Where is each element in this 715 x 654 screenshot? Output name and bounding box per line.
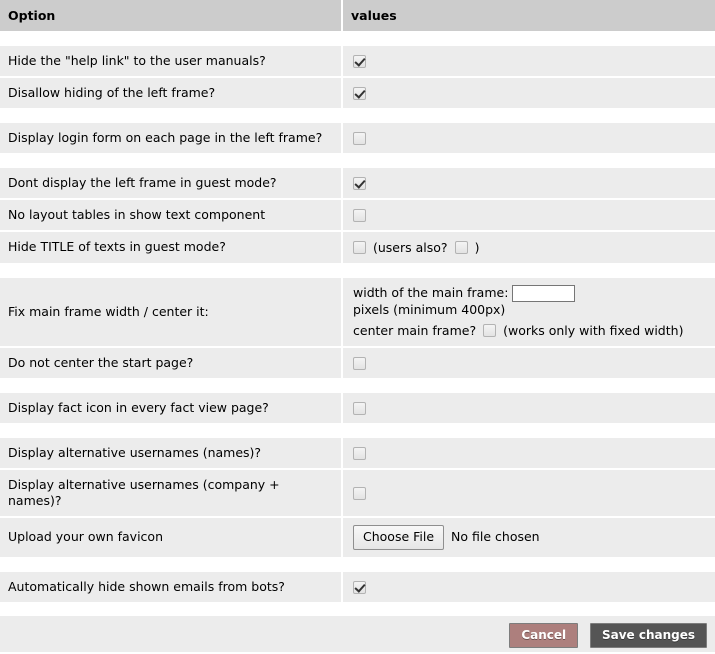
table-row: Display fact icon in every fact view pag…	[0, 392, 715, 423]
option-label-disallow-hiding-left-frame: Disallow hiding of the left frame?	[0, 77, 343, 108]
hide-title-guest-mode-extra-prefix: (users also?	[373, 239, 448, 255]
center-frame-label: center main frame?	[353, 322, 477, 338]
option-label-display-fact-icon: Display fact icon in every fact view pag…	[0, 392, 343, 423]
option-value-disallow-hiding-left-frame	[342, 77, 715, 108]
block-spacer	[0, 556, 715, 572]
option-label-alt-usernames-company-names: Display alternative usernames (company +…	[0, 468, 343, 518]
option-value-no-layout-tables	[342, 199, 715, 232]
table-row: Hide the "help link" to the user manuals…	[0, 46, 715, 78]
cancel-button[interactable]: Cancel	[509, 622, 579, 648]
option-label-alt-usernames-names: Display alternative usernames (names)?	[0, 437, 343, 470]
option-value-hide-left-frame-guest-mode	[342, 168, 715, 200]
block-spacer	[0, 153, 715, 168]
table-row: Dont display the left frame in guest mod…	[0, 168, 715, 200]
frame-width-suffix: pixels (minimum 400px)	[353, 302, 506, 317]
no-layout-tables-checkbox[interactable]	[353, 209, 366, 222]
option-label-hide-emails-from-bots: Automatically hide shown emails from bot…	[0, 571, 343, 602]
table-row: Do not center the start page?	[0, 346, 715, 378]
save-changes-button[interactable]: Save changes	[589, 622, 707, 648]
frame-width-line: width of the main frame: pixels (minimum …	[353, 284, 715, 319]
option-value-hide-title-guest-mode: (users also?)	[342, 231, 715, 263]
option-label-do-not-center-start-page: Do not center the start page?	[0, 346, 343, 378]
option-label-display-login-form-left-frame: Display login form on each page in the l…	[0, 123, 343, 153]
table-row: Display alternative usernames (company +…	[0, 468, 715, 518]
table-row: Display alternative usernames (names)?	[0, 437, 715, 470]
option-value-alt-usernames-names	[342, 437, 715, 470]
option-value-alt-usernames-company-names	[342, 468, 715, 518]
display-fact-icon-checkbox[interactable]	[353, 401, 366, 415]
alt-usernames-company-names-checkbox[interactable]	[353, 486, 366, 500]
option-value-hide-emails-from-bots	[342, 571, 715, 602]
table-row: Disallow hiding of the left frame?	[0, 77, 715, 108]
block-spacer	[0, 108, 715, 123]
table-row: No layout tables in show text component	[0, 199, 715, 232]
center-frame-note: (works only with fixed width)	[503, 322, 684, 338]
option-value-hide-help-link	[342, 46, 715, 78]
center-main-frame-checkbox[interactable]	[483, 324, 497, 337]
center-frame-line: center main frame? (works only with fixed…	[353, 322, 715, 339]
table-row: Display login form on each page in the l…	[0, 123, 715, 153]
table-row: Automatically hide shown emails from bot…	[0, 571, 715, 602]
hide-help-link-checkbox[interactable]	[353, 55, 366, 68]
block-spacer	[0, 262, 715, 278]
option-value-display-fact-icon	[342, 392, 715, 423]
hide-title-guest-mode-extra-suffix: )	[474, 239, 480, 255]
option-value-fix-main-frame-width: width of the main frame: pixels (minimum …	[342, 277, 715, 348]
disallow-hiding-left-frame-checkbox[interactable]	[353, 87, 366, 100]
table-row: Hide TITLE of texts in guest mode? (users…	[0, 231, 715, 263]
block-spacer	[0, 422, 715, 438]
column-header-values: values	[342, 0, 715, 31]
option-value-do-not-center-start-page	[342, 346, 715, 378]
display-login-form-left-frame-checkbox[interactable]	[353, 132, 366, 145]
option-label-no-layout-tables: No layout tables in show text component	[0, 199, 343, 232]
table-body: Hide the "help link" to the user manuals…	[0, 31, 715, 602]
do-not-center-start-page-checkbox[interactable]	[353, 356, 366, 370]
option-label-hide-left-frame-guest-mode: Dont display the left frame in guest mod…	[0, 168, 343, 200]
hide-title-guest-mode-checkbox[interactable]	[353, 241, 366, 254]
file-status-label: No file chosen	[451, 529, 540, 544]
option-label-fix-main-frame-width: Fix main frame width / center it:	[0, 277, 343, 348]
frame-width-input[interactable]	[512, 284, 576, 302]
alt-usernames-names-checkbox[interactable]	[353, 446, 366, 460]
frame-width-label: width of the main frame:	[353, 285, 509, 300]
hide-title-users-also-checkbox[interactable]	[454, 241, 468, 254]
header-row: Option values	[0, 0, 715, 31]
block-spacer	[0, 31, 715, 46]
hide-emails-from-bots-checkbox[interactable]	[353, 580, 366, 594]
option-value-display-login-form-left-frame	[342, 123, 715, 153]
choose-file-button[interactable]: Choose File	[353, 524, 445, 550]
settings-table: Option values Hide the "help link" to th…	[0, 0, 715, 602]
table-header: Option values	[0, 0, 715, 31]
table-row: Upload your own favicon Choose File No fil…	[0, 516, 715, 557]
option-label-upload-favicon: Upload your own favicon	[0, 516, 343, 557]
column-header-option: Option	[0, 0, 343, 31]
hide-left-frame-guest-mode-checkbox[interactable]	[353, 177, 366, 190]
footer-action-bar: Cancel Save changes	[0, 615, 715, 652]
table-row: Fix main frame width / center it: width o…	[0, 277, 715, 348]
favicon-file-input[interactable]: Choose File No file chosen	[353, 524, 540, 550]
option-label-hide-help-link: Hide the "help link" to the user manuals…	[0, 46, 343, 78]
block-spacer	[0, 377, 715, 393]
option-value-upload-favicon: Choose File No file chosen	[342, 516, 715, 557]
option-label-hide-title-guest-mode: Hide TITLE of texts in guest mode?	[0, 231, 343, 263]
